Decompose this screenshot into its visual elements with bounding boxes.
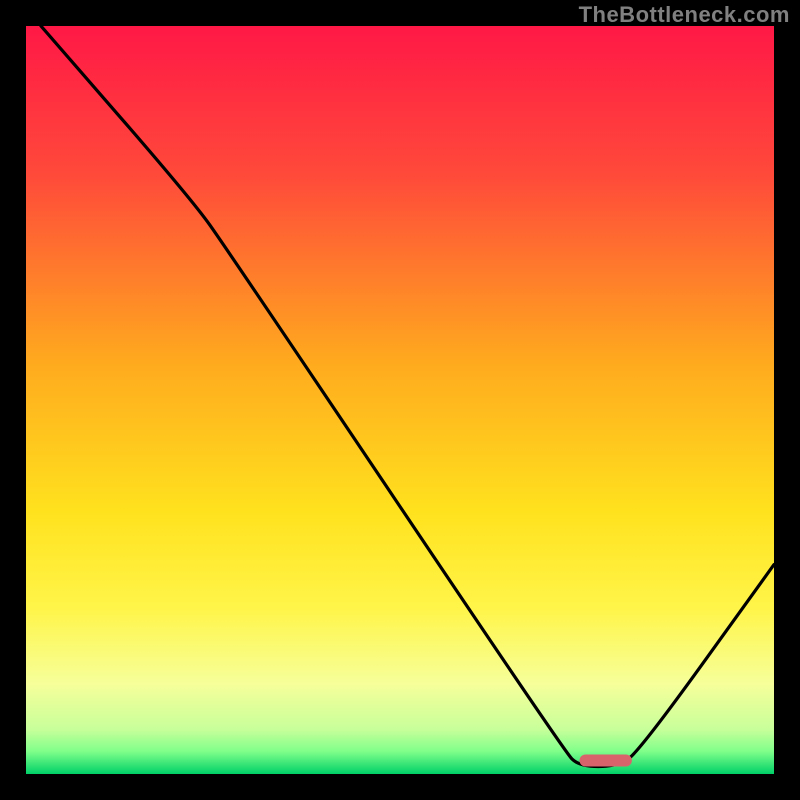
plot-area [26, 26, 774, 774]
watermark-text: TheBottleneck.com [579, 2, 790, 28]
optimal-range-marker [580, 755, 632, 767]
bottleneck-chart-svg [26, 26, 774, 774]
chart-stage: TheBottleneck.com [0, 0, 800, 800]
